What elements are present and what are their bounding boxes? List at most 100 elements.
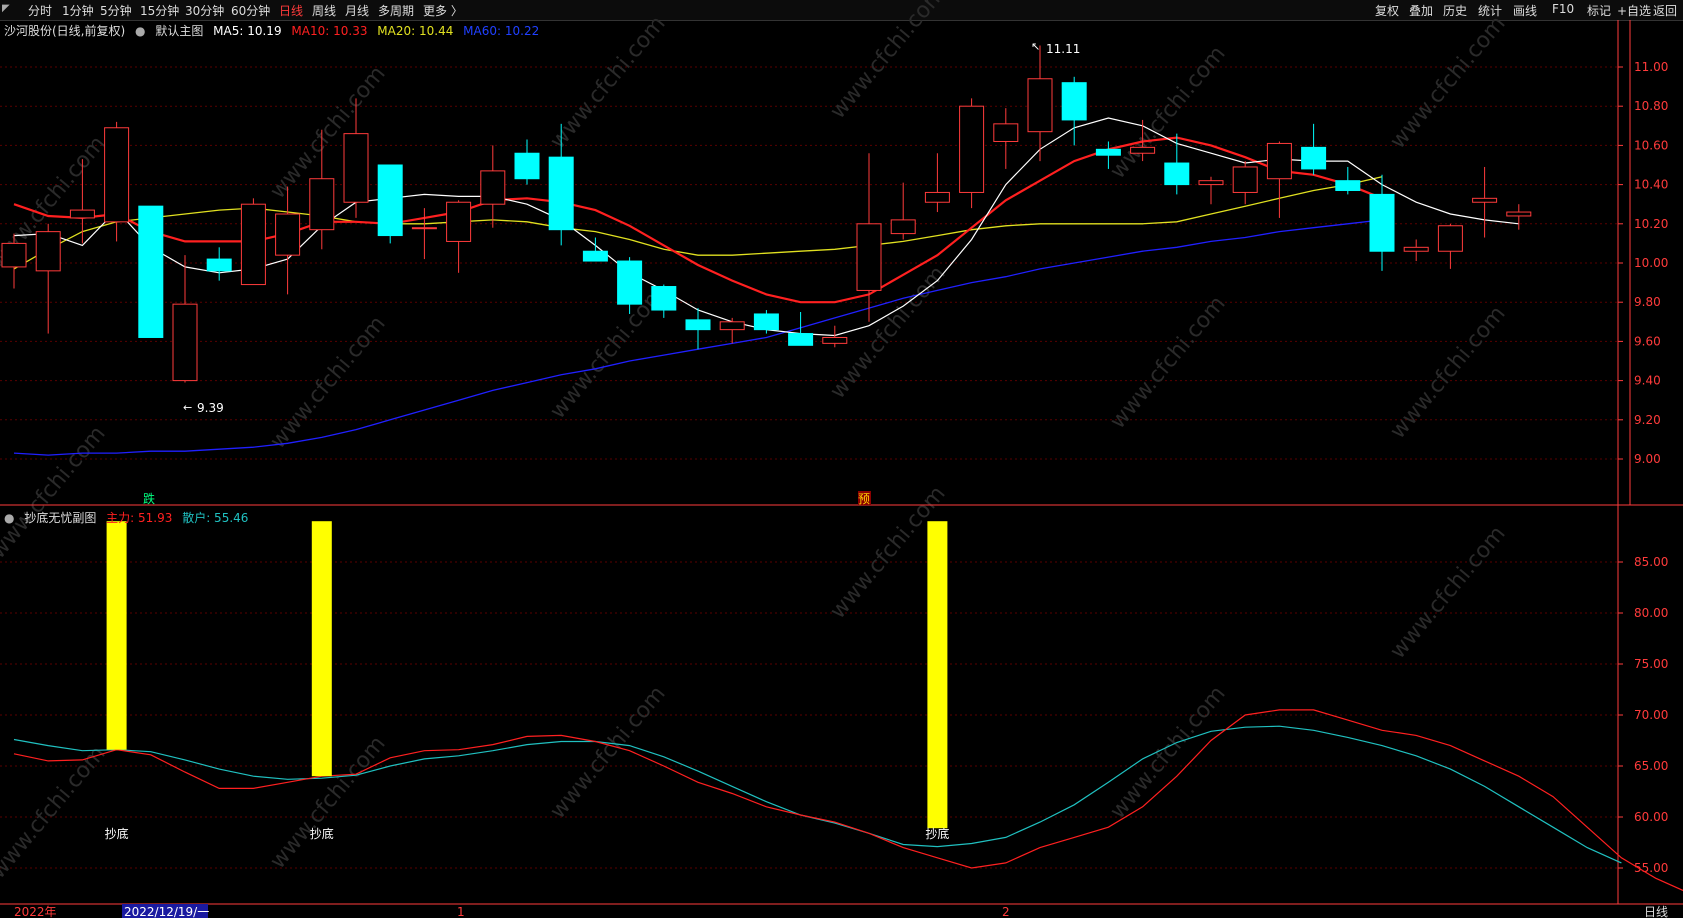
ma5-value: MA5: 10.19 [213, 24, 282, 38]
candle-body [1335, 180, 1361, 191]
indicator-settings-icon[interactable]: ● [135, 24, 145, 38]
candle [1061, 76, 1087, 146]
watermarks: www.cfchi.com www.cfchi.com www.cfchi.com w… [0, 0, 1511, 884]
candle-body [959, 105, 985, 193]
candle-body [856, 223, 882, 291]
candle-body [514, 152, 540, 180]
y-tick-label: 10.40 [1634, 178, 1668, 192]
candle-body [240, 203, 266, 286]
candle-body [1266, 142, 1292, 180]
candle [993, 108, 1019, 169]
candle-body [480, 170, 506, 205]
candle-body [1061, 82, 1087, 121]
candle [1198, 176, 1224, 205]
sub-settings-icon[interactable]: ● [4, 511, 14, 525]
month-label-2: 2 [1002, 905, 1010, 918]
sub-indicator-name[interactable]: 抄底无忧副图 [24, 511, 96, 525]
candle-body [206, 258, 232, 272]
high-annotation: ↖ 11.11 [1031, 40, 1080, 56]
y-tick-label: 9.20 [1634, 413, 1661, 427]
candle-body [411, 227, 437, 230]
candle-body [719, 321, 745, 331]
y-tick-label: 70.00 [1634, 708, 1668, 722]
candle-body [446, 201, 472, 242]
yu-tag: 预 [858, 492, 870, 506]
candle-body [651, 286, 677, 311]
candle-body [1198, 180, 1224, 186]
candle-body [1095, 148, 1121, 156]
candle [924, 153, 950, 213]
candle-body [1164, 162, 1190, 186]
die-tag: 跌 [143, 491, 155, 506]
candle-body [788, 333, 814, 346]
main-chart-info: 沙河股份(日线,前复权) ● 默认主图 MA5: 10.19 MA10: 10.… [4, 22, 545, 38]
main-force-line [13, 709, 1683, 892]
ma20-value: MA20: 10.44 [377, 24, 454, 38]
chaodi-signal-bar [106, 521, 127, 750]
candle-body [617, 260, 643, 305]
candle-body [582, 250, 608, 262]
indicator-name[interactable]: 默认主图 [155, 24, 203, 38]
candle [788, 312, 814, 346]
candle [275, 186, 301, 295]
candle-body [1506, 211, 1532, 217]
chaodi-label: 抄底 [310, 826, 334, 841]
y-tick-label: 80.00 [1634, 606, 1668, 620]
candle [1472, 166, 1498, 238]
bottom-date-bar: 2022年 2022/12/19/一 1 2 日线 [14, 904, 1668, 918]
candle [514, 139, 540, 185]
retail-value: 散户: 55.46 [182, 511, 249, 525]
candle-body [1130, 146, 1156, 154]
candle [1403, 239, 1429, 262]
candle [959, 98, 985, 209]
watermark-text: www.cfchi.com [0, 421, 111, 563]
candle-body [377, 164, 403, 237]
candle [1335, 166, 1361, 195]
low-price-label: 9.39 [197, 401, 224, 415]
period-label: 日线 [1644, 905, 1668, 918]
watermark-text: www.cfchi.com [1105, 41, 1230, 183]
chaodi-signal-bar [927, 521, 948, 829]
candle-body [685, 319, 711, 331]
low-annotation: ← 9.39 [183, 401, 224, 415]
candle-body [1437, 225, 1463, 252]
candle [753, 310, 779, 334]
y-tick-label: 9.80 [1634, 295, 1661, 309]
retail-line [13, 725, 1622, 864]
chart-grid [0, 66, 1618, 869]
sub-y-axis: 85.0080.0075.0070.0065.0060.0055.00 [1618, 555, 1668, 875]
candle-body [890, 219, 916, 235]
indicator-lines [13, 709, 1683, 892]
candle [446, 200, 472, 273]
candle-body [924, 191, 950, 203]
y-tick-label: 10.20 [1634, 217, 1668, 231]
watermark-text: www.cfchi.com [1385, 11, 1510, 153]
ma10-value: MA10: 10.33 [291, 24, 368, 38]
candle-body [1, 242, 27, 268]
sub-chart-info: ● 抄底无忧副图 主力: 51.93 散户: 55.46 [4, 509, 254, 526]
candle [1437, 223, 1463, 269]
candle [138, 205, 164, 338]
candle [206, 247, 232, 281]
watermark-text: www.cfchi.com [1385, 521, 1510, 663]
ma60-value: MA60: 10.22 [463, 24, 540, 38]
candle [1266, 141, 1292, 218]
watermark-text: www.cfchi.com [0, 741, 111, 883]
candle-body [993, 123, 1019, 142]
candle-body [138, 205, 164, 338]
candle-body [1472, 197, 1498, 203]
candle-body [1301, 146, 1327, 170]
candle [1506, 204, 1532, 230]
chaodi-signal-bar [311, 521, 332, 777]
y-tick-label: 9.60 [1634, 334, 1661, 348]
candle [685, 308, 711, 350]
y-tick-label: 11.00 [1634, 60, 1668, 74]
candle [172, 255, 198, 383]
chaodi-label: 抄底 [105, 826, 129, 841]
candle [1232, 161, 1258, 205]
candle-body [275, 213, 301, 256]
y-tick-label: 60.00 [1634, 810, 1668, 824]
candle [480, 145, 506, 228]
main-force-value: 主力: 51.93 [106, 511, 173, 525]
candle-body [1232, 166, 1258, 193]
